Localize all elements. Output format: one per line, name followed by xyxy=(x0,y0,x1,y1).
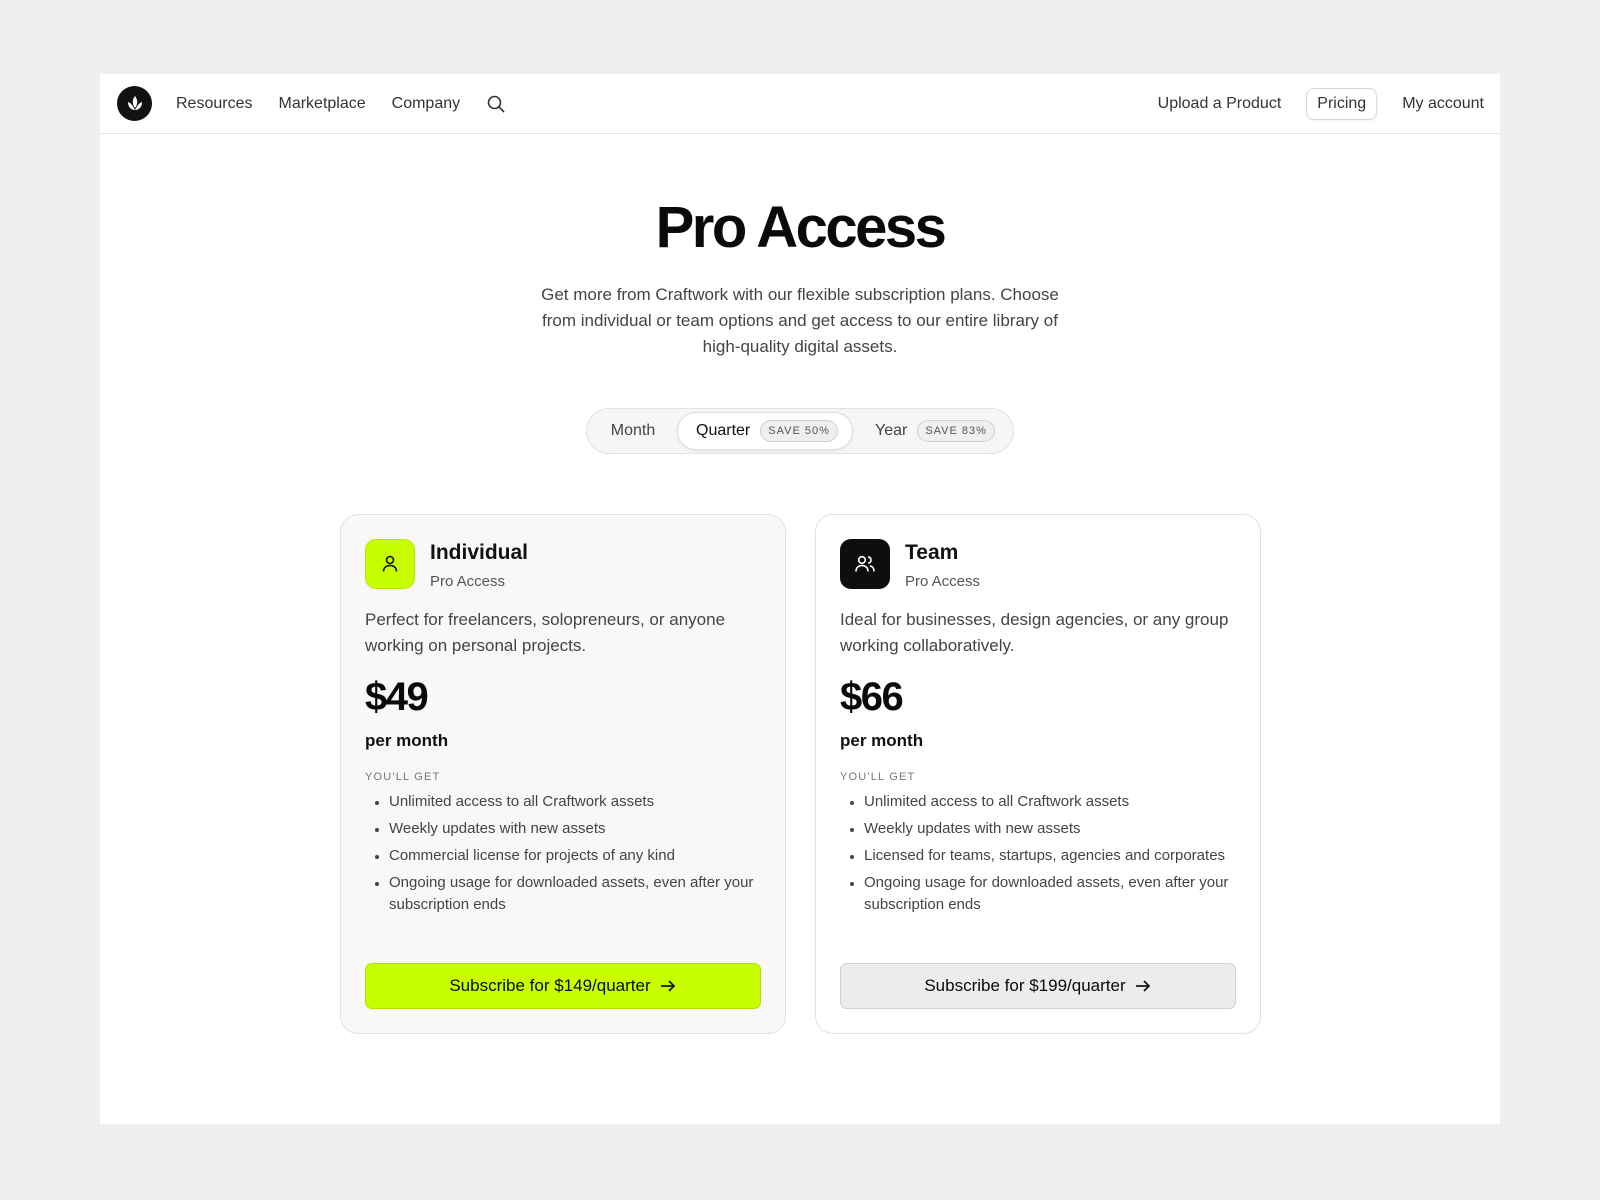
nav-company[interactable]: Company xyxy=(392,95,460,113)
subscribe-team-button[interactable]: Subscribe for $199/quarter xyxy=(840,963,1236,1009)
plan-tier: Pro Access xyxy=(905,573,981,590)
plan-name: Team xyxy=(905,541,959,564)
nav-resources[interactable]: Resources xyxy=(176,95,252,113)
feature-item: Weekly updates with new assets xyxy=(840,818,1240,840)
plan-tier: Pro Access xyxy=(430,573,506,590)
page-frame: Resources Marketplace Company Upload a P… xyxy=(100,74,1500,1124)
plan-period: per month xyxy=(365,731,449,750)
leaf-logo-icon[interactable] xyxy=(117,86,152,121)
nav-upload-product[interactable]: Upload a Product xyxy=(1158,95,1282,113)
feature-item: Unlimited access to all Craftwork assets xyxy=(840,791,1240,813)
arrow-right-icon xyxy=(1134,977,1152,995)
feature-item: Commercial license for projects of any k… xyxy=(365,845,765,867)
nav-pricing[interactable]: Pricing xyxy=(1306,88,1378,120)
plan-period: per month xyxy=(840,731,924,750)
top-nav: Resources Marketplace Company Upload a P… xyxy=(100,74,1500,134)
toggle-month[interactable]: Month xyxy=(591,412,675,450)
subscribe-individual-button[interactable]: Subscribe for $149/quarter xyxy=(365,963,761,1009)
feature-item: Weekly updates with new assets xyxy=(365,818,765,840)
arrow-right-icon xyxy=(659,977,677,995)
feature-item: Ongoing usage for downloaded assets, eve… xyxy=(365,872,765,916)
toggle-year[interactable]: Year SAVE 83% xyxy=(865,412,1011,450)
nav-marketplace[interactable]: Marketplace xyxy=(278,95,365,113)
toggle-year-label: Year xyxy=(875,422,908,439)
plan-card-individual: Individual Pro Access Perfect for freela… xyxy=(340,514,786,1034)
plan-description: Ideal for businesses, design agencies, o… xyxy=(840,610,1229,655)
subscribe-button-label: Subscribe for $199/quarter xyxy=(924,976,1126,995)
feature-item: Unlimited access to all Craftwork assets xyxy=(365,791,765,813)
features-list: Unlimited access to all Craftwork assets… xyxy=(840,791,1240,921)
nav-my-account[interactable]: My account xyxy=(1402,95,1484,113)
plan-card-team: Team Pro Access Ideal for businesses, de… xyxy=(815,514,1261,1034)
page-title: Pro Access xyxy=(655,195,947,260)
features-list: Unlimited access to all Craftwork assets… xyxy=(365,791,765,921)
features-heading: YOU'LL GET xyxy=(840,771,916,783)
search-icon[interactable] xyxy=(486,94,506,114)
users-icon xyxy=(840,539,890,589)
plan-price: $49 xyxy=(365,675,429,719)
save-badge-year: SAVE 83% xyxy=(917,420,995,442)
plan-name: Individual xyxy=(430,541,529,564)
toggle-quarter-label: Quarter xyxy=(696,422,751,439)
features-heading: YOU'LL GET xyxy=(365,771,441,783)
billing-period-toggle: Month Quarter SAVE 50% Year SAVE 83% xyxy=(586,408,1014,454)
feature-item: Ongoing usage for downloaded assets, eve… xyxy=(840,872,1240,916)
user-icon xyxy=(365,539,415,589)
subscribe-button-label: Subscribe for $149/quarter xyxy=(449,976,651,995)
feature-item: Licensed for teams, startups, agencies a… xyxy=(840,845,1240,867)
plan-price: $66 xyxy=(840,675,904,719)
toggle-month-label: Month xyxy=(610,422,656,439)
toggle-quarter[interactable]: Quarter SAVE 50% xyxy=(677,412,853,450)
plan-description: Perfect for freelancers, solopreneurs, o… xyxy=(365,610,726,655)
save-badge-quarter: SAVE 50% xyxy=(760,420,838,442)
page-subtitle: Get more from Craftwork with our flexibl… xyxy=(541,285,1059,356)
